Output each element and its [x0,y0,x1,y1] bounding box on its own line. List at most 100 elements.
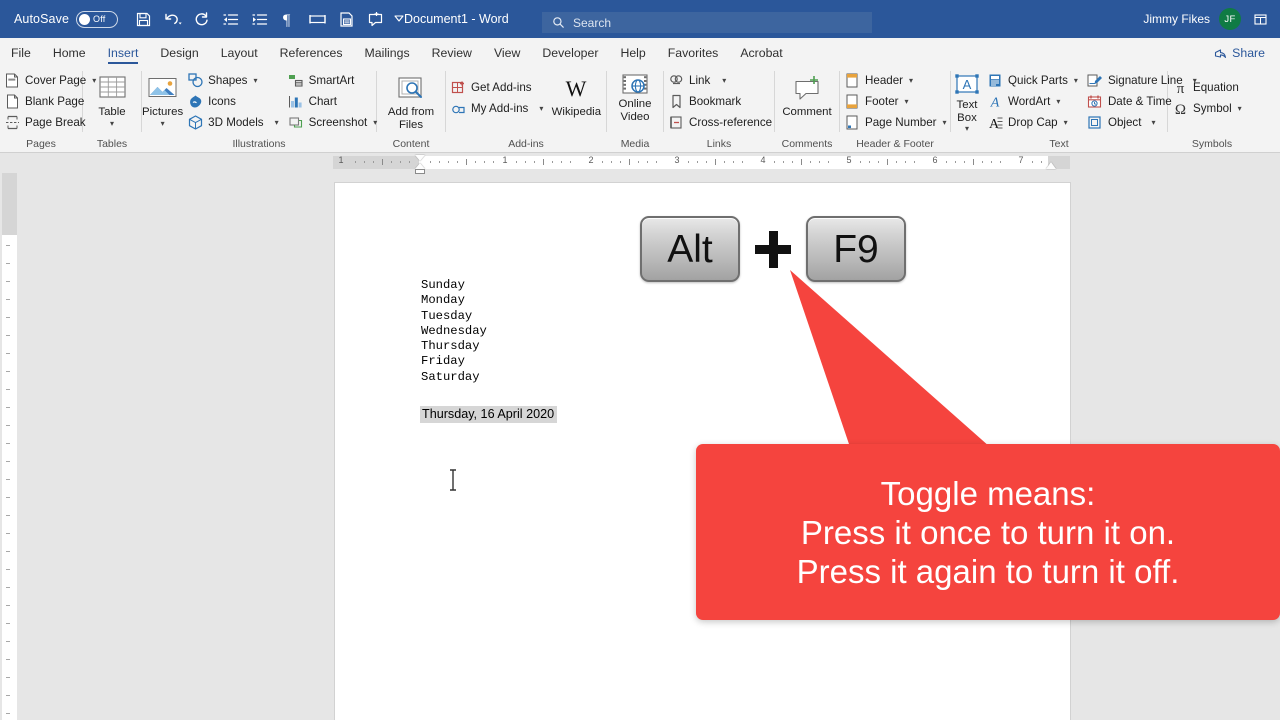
header-button[interactable]: Header ▾ [840,70,952,91]
vruler-tick [6,317,10,318]
autosave-toggle-group[interactable]: AutoSave Off [14,10,119,28]
icons-button[interactable]: Icons [183,91,283,112]
save-icon[interactable] [130,6,156,32]
chevron-down-icon[interactable]: ▾ [275,118,279,127]
symbol-button[interactable]: Ω Symbol ▾ [1168,98,1247,119]
chevron-down-icon[interactable]: ▾ [965,124,969,133]
tab-help[interactable]: Help [609,46,656,65]
tab-insert[interactable]: Insert [97,46,150,65]
3d-models-button[interactable]: 3D Models ▾ [183,112,283,133]
user-account-area[interactable]: Jimmy Fikes JF [1143,8,1270,30]
ruler-tick [1032,161,1033,163]
date-time-label: Date & Time [1107,95,1172,108]
ruler-tick [552,161,553,163]
icons-icon [187,94,203,110]
chevron-down-icon[interactable]: ▾ [110,119,114,128]
chevron-down-icon[interactable]: ▾ [161,119,165,128]
svg-text:W: W [566,76,587,101]
tab-file[interactable]: File [0,46,42,65]
insert-text-box-icon[interactable] [304,6,330,32]
avatar[interactable]: JF [1219,8,1241,30]
chevron-down-icon[interactable]: ▾ [1238,104,1242,113]
plus-sign-icon [755,231,791,268]
document-body-text[interactable]: Sunday Monday Tuesday Wednesday Thursday… [421,278,487,385]
vruler-tick [6,353,10,354]
decrease-indent-icon[interactable] [217,6,243,32]
chevron-down-icon[interactable]: ▾ [1064,118,1068,127]
vruler-tick [6,281,10,282]
shapes-button[interactable]: Shapes ▾ [183,70,283,91]
tab-favorites[interactable]: Favorites [657,46,730,65]
new-comment-icon[interactable] [362,6,388,32]
tab-references[interactable]: References [269,46,354,65]
online-video-button[interactable]: Online Video [608,68,662,123]
first-line-indent-marker[interactable] [415,155,425,161]
tab-design[interactable]: Design [149,46,209,65]
wikipedia-icon: W [560,72,592,106]
wikipedia-button[interactable]: W Wikipedia [548,68,604,119]
vruler-tick [6,569,10,570]
ruler-tick [688,161,689,163]
print-preview-icon[interactable] [333,6,359,32]
ruler-tick-major [629,159,630,165]
tab-layout[interactable]: Layout [210,46,269,65]
ruler-tick [430,161,431,163]
chevron-down-icon[interactable]: ▾ [905,97,909,106]
cross-reference-button[interactable]: Cross-reference [664,112,777,133]
tab-acrobat[interactable]: Acrobat [729,46,793,65]
link-button[interactable]: Link ▾ [664,70,777,91]
tab-review[interactable]: Review [421,46,483,65]
screenshot-button[interactable]: Screenshot ▾ [284,112,383,133]
vruler-tick [6,299,10,300]
formatting-marks-icon[interactable]: ¶ [275,6,301,32]
tab-home[interactable]: Home [42,46,97,65]
wordart-button[interactable]: A WordArt ▾ [983,91,1083,112]
pictures-button[interactable]: Pictures ▾ [142,68,183,128]
chart-button[interactable]: Chart [284,91,383,112]
left-indent-marker[interactable] [415,169,425,174]
bookmark-button[interactable]: Bookmark [664,91,777,112]
search-input[interactable]: Search [542,12,872,33]
tab-view[interactable]: View [483,46,531,65]
add-from-files-button[interactable]: Add from Files [379,68,443,131]
drop-cap-button[interactable]: A Drop Cap ▾ [983,112,1083,133]
wikipedia-label: Wikipedia [551,106,602,118]
vruler-tick [6,389,10,390]
tab-developer[interactable]: Developer [531,46,609,65]
chevron-down-icon[interactable]: ▾ [1056,97,1060,106]
vertical-ruler[interactable] [2,173,17,720]
chevron-down-icon[interactable]: ▾ [943,118,947,127]
smartart-button[interactable]: SmartArt [284,70,383,91]
share-label: Share [1232,46,1265,60]
cross-reference-icon [668,115,684,131]
increase-indent-icon[interactable] [246,6,272,32]
quick-parts-button[interactable]: Quick Parts ▾ [983,70,1083,91]
my-add-ins-button[interactable]: My Add-ins ▾ [446,98,548,119]
comment-button[interactable]: Comment [776,68,838,119]
ruler-tick [792,161,793,163]
restore-window-icon[interactable] [1250,12,1270,27]
autosave-switch[interactable]: Off [76,10,119,28]
redo-icon[interactable] [188,6,214,32]
undo-icon[interactable] [159,6,185,32]
ruler-left-margin [333,156,419,169]
equation-button[interactable]: π Equation [1168,77,1247,98]
horizontal-ruler[interactable]: 1 1 2 3 4 5 6 7 [0,153,1280,174]
chevron-down-icon[interactable]: ▾ [722,76,726,85]
link-icon [668,73,684,89]
chevron-down-icon[interactable]: ▾ [909,76,913,85]
right-indent-marker[interactable] [1046,162,1056,169]
date-field-shaded[interactable]: Thursday, 16 April 2020 [420,406,558,423]
share-button[interactable]: Share [1207,44,1272,62]
page-number-button[interactable]: Page Number ▾ [840,112,952,133]
get-add-ins-button[interactable]: Get Add-ins [446,77,548,98]
chevron-down-icon[interactable]: ▾ [253,76,257,85]
text-box-button[interactable]: A Text Box ▾ [951,68,983,133]
tab-mailings[interactable]: Mailings [354,46,421,65]
table-button[interactable]: Table ▾ [85,68,139,128]
chevron-down-icon[interactable]: ▾ [539,104,543,113]
vruler-tick [6,695,10,696]
chevron-down-icon[interactable]: ▾ [1074,76,1078,85]
footer-button[interactable]: Footer ▾ [840,91,952,112]
chevron-down-icon[interactable]: ▾ [1151,118,1155,127]
